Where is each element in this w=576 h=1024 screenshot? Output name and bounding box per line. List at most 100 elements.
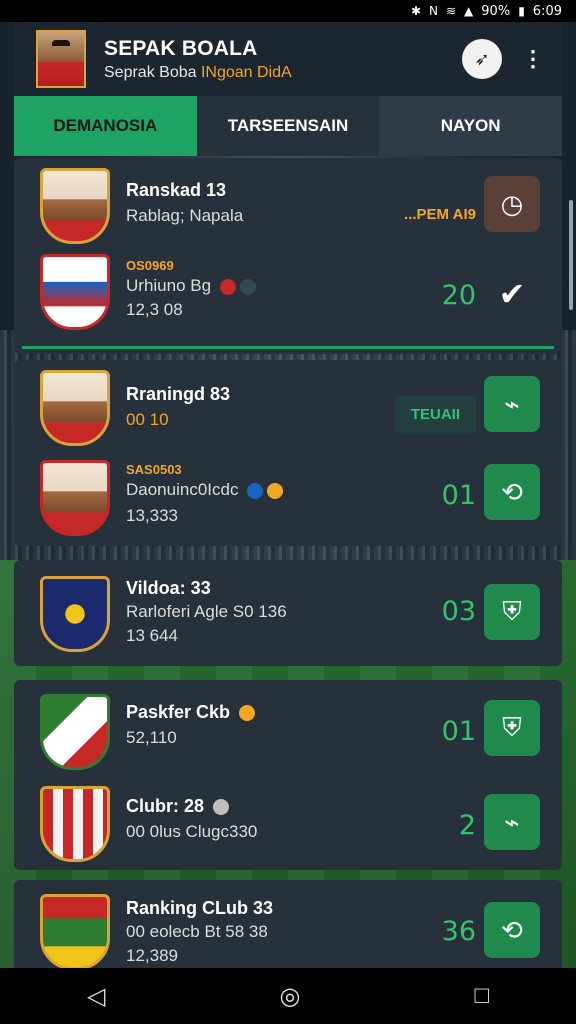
refresh-icon: ⟲ [501, 914, 523, 945]
whistle-icon: ⌁ [504, 388, 520, 419]
row-subtitle-text: Daonuinc0Icdc [126, 480, 239, 499]
row-meta: 12,389 [126, 946, 178, 965]
clock-button[interactable]: ◷ [484, 176, 540, 232]
player-badge [40, 460, 110, 536]
row-tag: OS0969 [126, 258, 174, 273]
row-title: Clubr: 28 [126, 796, 230, 817]
row-subtitle: Urhiuno Bg [126, 276, 256, 296]
row-subtitle: 00 eolecb Bt 58 38 [126, 922, 268, 941]
clock-time: 6:09 [532, 3, 562, 19]
club-mini-icon [239, 705, 256, 722]
row-subtitle: 00 0lus Clugc330 [126, 822, 258, 841]
score-value: 36 [441, 916, 476, 947]
row-title-text: Clubr: 28 [126, 796, 205, 816]
row-tag: SAS0503 [126, 462, 182, 477]
match-card[interactable]: Rraningd 83 00 10 TEUAII ⌁ SAS0503 Daonu… [14, 360, 562, 546]
list-item[interactable]: Ranskad 13 Rablag; Napala ...PEM AI9 ◷ [14, 168, 562, 258]
profile-avatar[interactable] [36, 30, 86, 88]
club-mini-icon [239, 278, 256, 295]
whistle-button[interactable]: ⌁ [484, 794, 540, 850]
club-mini-icon [219, 278, 236, 295]
list-item[interactable]: Clubr: 28 00 0lus Clugc330 2 ⌁ [14, 786, 562, 876]
row-meta: 12,3 08 [126, 300, 183, 319]
whistle-icon: ⌁ [504, 806, 520, 837]
tab-demanosia[interactable]: DEMANOSIA [14, 96, 197, 156]
player-badge [40, 168, 110, 244]
row-title: Ranskad 13 [126, 180, 227, 200]
row-title: Rraningd 83 [126, 384, 231, 404]
list-item[interactable]: Vildoa: 33 Rarloferi Agle S0 136 13 644 … [14, 576, 562, 666]
match-card[interactable]: Ranking CLub 33 00 eolecb Bt 58 38 12,38… [14, 880, 562, 970]
match-card[interactable]: Ranskad 13 Rablag; Napala ...PEM AI9 ◷ O… [14, 158, 562, 354]
row-subtitle: Daonuinc0Icdc [126, 480, 284, 500]
bluetooth-icon: ✱ [410, 4, 421, 18]
check-button[interactable]: ✔ [484, 266, 540, 322]
score-value: 01 [441, 480, 476, 511]
club-badge [40, 894, 110, 970]
scrollbar[interactable] [569, 200, 573, 310]
refresh-icon: ⟲ [501, 476, 523, 507]
club-badge [40, 254, 110, 330]
check-icon: ✔ [498, 276, 526, 312]
row-subtitle-text: Urhiuno Bg [126, 276, 212, 295]
row-meta: 13,333 [126, 506, 178, 525]
match-card[interactable]: Vildoa: 33 Rarloferi Agle S0 136 13 644 … [14, 560, 562, 666]
list-item[interactable]: Rraningd 83 00 10 TEUAII ⌁ [14, 370, 562, 460]
club-crest-button[interactable]: ⛨ [484, 584, 540, 640]
battery-text: 90% [481, 3, 511, 19]
club-mini-icon [213, 799, 230, 816]
wifi-icon: ≋ [445, 4, 457, 18]
club-crest-icon: ⛨ [502, 712, 522, 742]
club-badge [40, 786, 110, 862]
score-value: 01 [441, 716, 476, 747]
row-meta: 13 644 [126, 626, 178, 645]
list-item[interactable]: Paskfer Ckb 52,110 01 ⛨ [14, 694, 562, 784]
list-item[interactable]: OS0969 Urhiuno Bg 12,3 08 20 ✔ [14, 254, 562, 344]
app-subtitle: Seprak Boba INgoan DidA [104, 64, 462, 82]
battery-icon: ▮ [518, 4, 525, 18]
row-subtitle: Rarloferi Agle S0 136 [126, 602, 287, 621]
app-bar: SEPAK BOALA Seprak Boba INgoan DidA ➶ ⋮ [14, 22, 562, 96]
club-mini-icon [247, 482, 264, 499]
row-title: Ranking CLub 33 [126, 898, 274, 918]
whistle-button[interactable]: ⌁ [484, 376, 540, 432]
club-badge [40, 694, 110, 770]
row-subtitle: Rablag; Napala [126, 206, 244, 225]
row-title: Vildoa: 33 [126, 578, 211, 598]
back-icon[interactable]: ◁ [87, 982, 105, 1011]
row-subtitle: 52,110 [126, 728, 177, 747]
tab-tarseensain[interactable]: TARSEENSAIN [196, 96, 380, 156]
recents-icon[interactable]: □ [474, 982, 489, 1010]
app-subtitle-prefix: Seprak Boba [104, 63, 201, 81]
app-title: SEPAK BOALA [104, 36, 258, 60]
status-bar: ✱ N ≋ ▲ 90% ▮ 6:09 [0, 0, 576, 22]
app-subtitle-accent: INgoan DidA [200, 63, 292, 81]
club-crest-icon: ⛨ [502, 596, 522, 626]
more-menu-icon[interactable]: ⋮ [522, 48, 544, 70]
list-item[interactable]: SAS0503 Daonuinc0Icdc 13,333 01 ⟲ [14, 456, 562, 546]
club-mini-icon [267, 482, 284, 499]
score-value: 2 [458, 810, 476, 841]
app-titles: SEPAK BOALA Seprak Boba INgoan DidA [104, 37, 462, 82]
refresh-button[interactable]: ⟲ [484, 902, 540, 958]
refresh-button[interactable]: ⟲ [484, 464, 540, 520]
system-nav-bar: ◁ ◎ □ [0, 968, 576, 1024]
signal-icon: ▲ [464, 4, 474, 18]
nfc-icon: N [429, 4, 438, 18]
row-title-text: Paskfer Ckb [126, 702, 231, 722]
rocket-button[interactable]: ➶ [462, 39, 502, 79]
club-crest-button[interactable]: ⛨ [484, 700, 540, 756]
status-label: TEUAII [394, 396, 476, 433]
tab-nayon[interactable]: NAYON [379, 96, 563, 156]
tab-bar: DEMANOSIA TARSEENSAIN NAYON [14, 96, 563, 156]
score-value: 03 [441, 596, 476, 627]
rocket-icon: ➶ [474, 48, 490, 69]
player-badge [40, 370, 110, 446]
row-subtitle: 00 10 [126, 410, 169, 429]
row-title: Paskfer Ckb [126, 702, 256, 723]
home-icon[interactable]: ◎ [279, 982, 300, 1011]
match-card[interactable]: Paskfer Ckb 52,110 01 ⛨ Clubr: 28 00 0lu… [14, 680, 562, 870]
clock-icon: ◷ [500, 188, 524, 219]
status-label: ...PEM AI9 [404, 206, 476, 223]
card-divider [22, 346, 554, 349]
